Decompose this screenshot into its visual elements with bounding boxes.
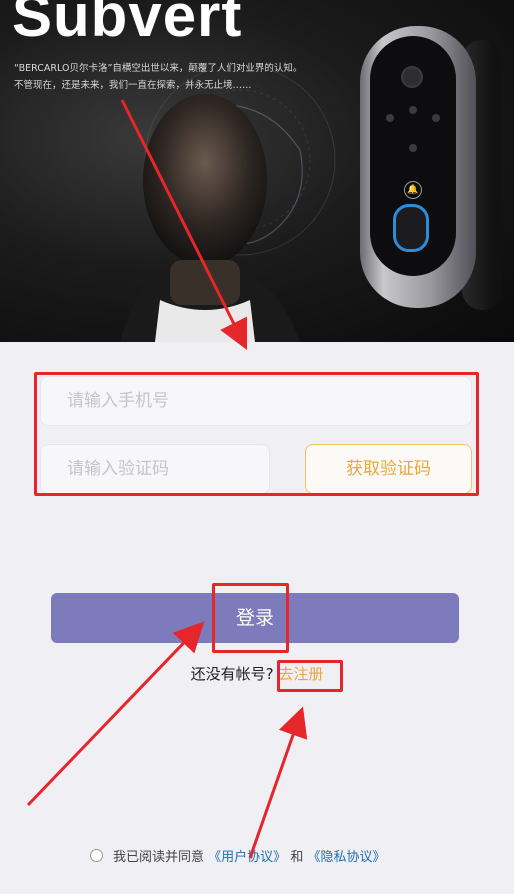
annotation-arrow-2 [26, 621, 205, 807]
doorbell-face: 🔔 [370, 36, 456, 276]
bell-icon: 🔔 [404, 181, 422, 199]
brand-title: Subvert [12, 0, 243, 49]
sensor-dot-icon [432, 114, 440, 122]
annotation-box-register [277, 660, 343, 692]
register-prompt: 还没有帐号? 去注册 [0, 662, 514, 686]
privacy-agreement-link[interactable]: 《隐私协议》 [307, 850, 385, 865]
annotation-box-login [212, 583, 289, 653]
hero-banner: Subvert “BERCARLO贝尔卡洛”自横空出世以来，颠覆了人们对业界的认… [0, 0, 514, 342]
person-face-illustration [120, 70, 336, 342]
fingerprint-button-icon [393, 204, 429, 252]
agreement-prefix: 我已阅读并同意 [113, 850, 205, 865]
sensor-dot-icon [409, 106, 417, 114]
annotation-box-inputs [34, 372, 479, 496]
smart-doorbell-image: 🔔 [360, 26, 476, 308]
agreement-radio[interactable] [90, 849, 103, 862]
agreement-row: 我已阅读并同意 《用户协议》 和 《隐私协议》 [90, 848, 385, 868]
annotation-arrow-3 [248, 706, 308, 859]
sensor-dot-icon [386, 114, 394, 122]
no-account-text: 还没有帐号? [190, 665, 274, 683]
sensor-dot-icon [409, 144, 417, 152]
agreement-and: 和 [290, 850, 304, 865]
camera-icon [401, 66, 423, 88]
user-agreement-link[interactable]: 《用户协议》 [208, 850, 286, 865]
